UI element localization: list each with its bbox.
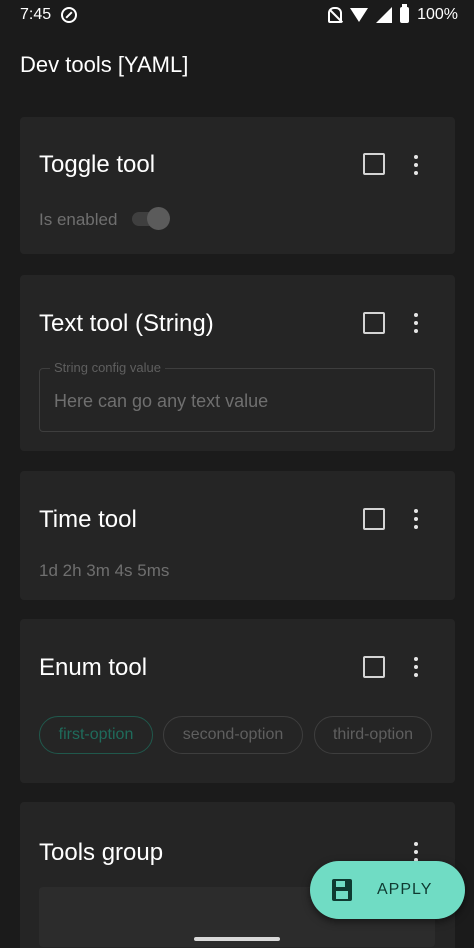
enum-tool-title: Enum tool: [39, 654, 148, 681]
enum-tool-checkbox[interactable]: [363, 656, 385, 678]
page-title: Dev tools [YAML]: [20, 52, 189, 77]
do-not-disturb-icon: [61, 7, 78, 23]
time-tool-title: Time tool: [39, 506, 137, 533]
toggle-tool-more-icon[interactable]: [406, 152, 426, 178]
time-tool-more-icon[interactable]: [406, 506, 426, 532]
text-tool-checkbox[interactable]: [363, 312, 385, 334]
apply-button[interactable]: APPLY: [310, 861, 465, 919]
string-config-label: String config value: [50, 360, 165, 375]
toggle-tool-title: Toggle tool: [39, 151, 156, 178]
cell-signal-icon: [376, 7, 393, 23]
text-tool-card: Text tool (String) String config value H…: [20, 275, 455, 451]
text-tool-more-icon[interactable]: [406, 310, 426, 336]
toggle-tool-label: Is enabled: [39, 210, 118, 229]
battery-icon: [400, 4, 410, 23]
text-tool-title: Text tool (String): [39, 310, 214, 337]
wifi-icon: [350, 8, 369, 22]
enum-option-chip[interactable]: third-option: [314, 716, 432, 754]
enum-tool-more-icon[interactable]: [406, 654, 426, 680]
notifications-off-icon: [328, 7, 343, 23]
time-tool-checkbox[interactable]: [363, 508, 385, 530]
enum-tool-card: Enum tool first-option second-option thi…: [20, 619, 455, 783]
toggle-tool-card: Toggle tool Is enabled: [20, 117, 455, 254]
time-tool-value[interactable]: 1d 2h 3m 4s 5ms: [39, 561, 169, 581]
tools-group-title: Tools group: [39, 839, 164, 866]
toggle-tool-switch[interactable]: [132, 206, 172, 230]
time-tool-card: Time tool 1d 2h 3m 4s 5ms: [20, 471, 455, 600]
save-icon: [332, 879, 352, 901]
status-time: 7:45: [20, 6, 52, 23]
string-config-value: Here can go any text value: [54, 391, 269, 411]
navigation-handle[interactable]: [194, 937, 280, 941]
enum-option-chip[interactable]: first-option: [39, 716, 153, 754]
string-config-field[interactable]: String config value Here can go any text…: [39, 360, 435, 432]
status-icons: 100%: [328, 4, 458, 24]
toggle-tool-checkbox[interactable]: [363, 153, 385, 175]
battery-percent: 100%: [417, 6, 458, 23]
apply-button-label: APPLY: [377, 881, 433, 898]
status-bar: 7:45 100%: [0, 0, 474, 30]
enum-option-chip[interactable]: second-option: [163, 716, 303, 754]
